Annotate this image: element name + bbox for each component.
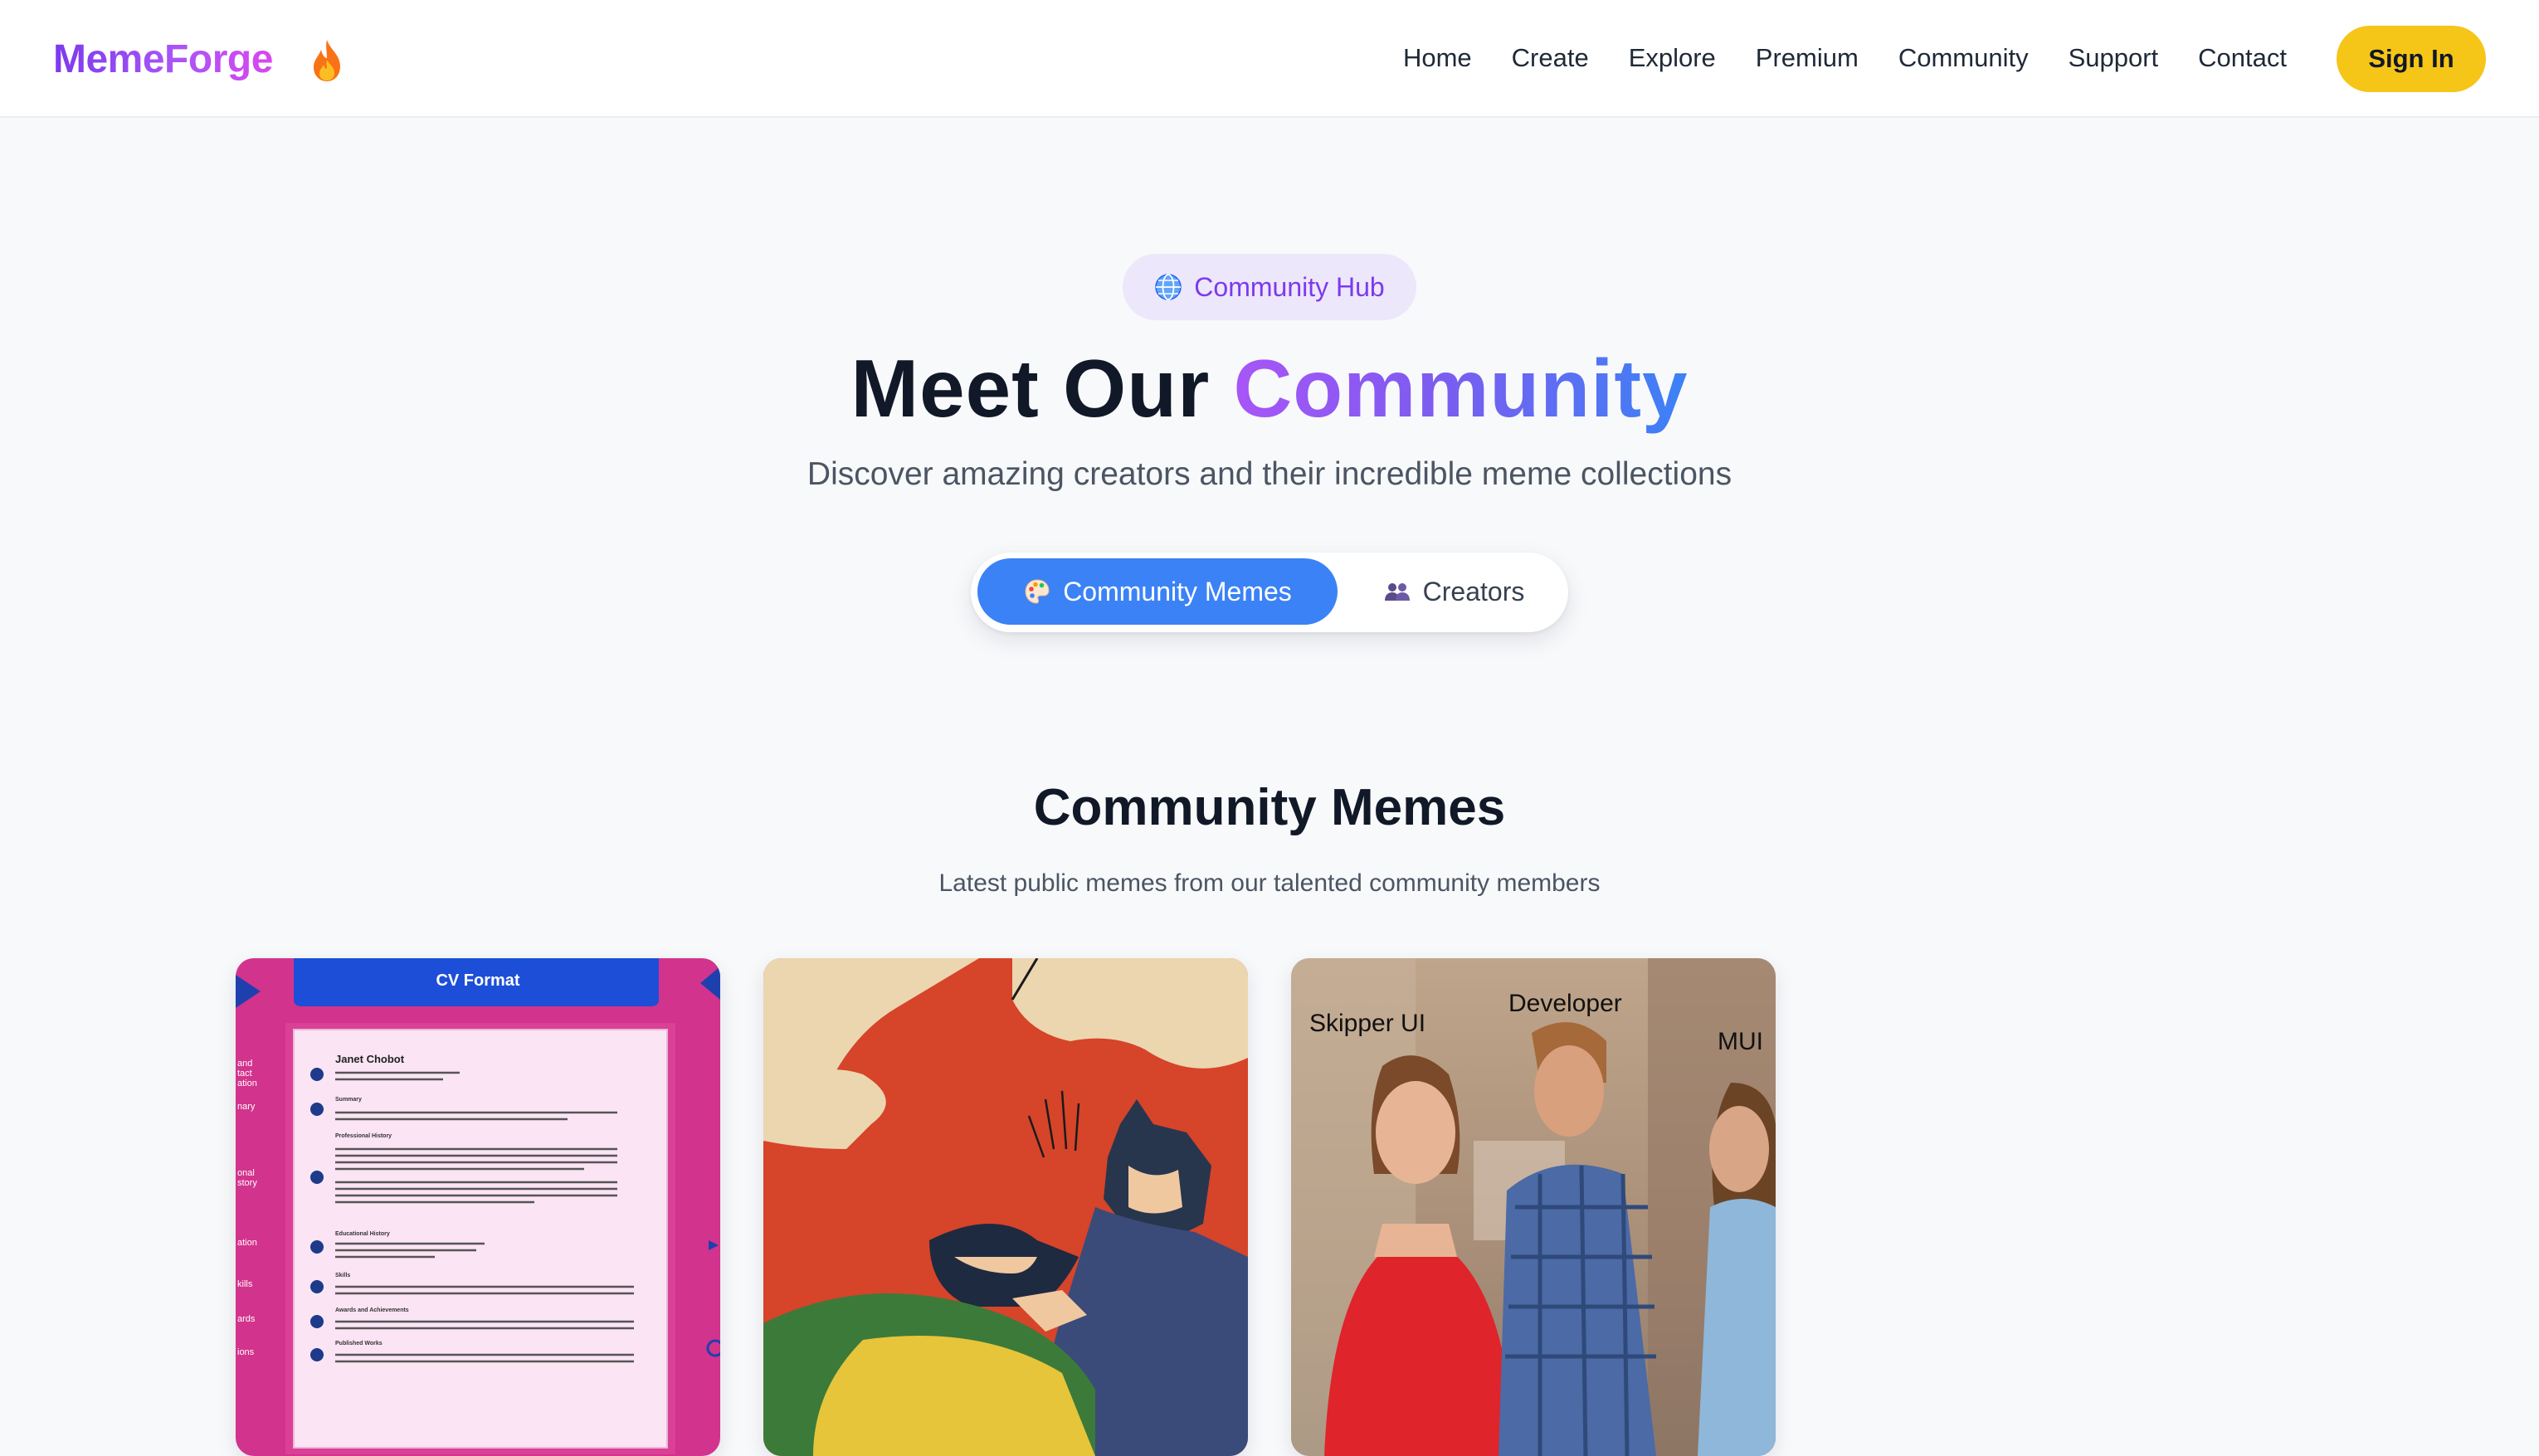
meme-image-batman-slap — [763, 958, 1248, 1456]
nav-links: Home Create Explore Premium Community Su… — [1403, 43, 2287, 73]
badge-label: Community Hub — [1194, 271, 1385, 302]
title-part-1: Meet Our — [850, 343, 1211, 434]
nav-link-create[interactable]: Create — [1512, 43, 1589, 73]
meme-card-cv-format[interactable]: CV Format Janet Chobot Summary Professio… — [236, 958, 720, 1456]
cv-name: Janet Chobot — [335, 1053, 405, 1065]
flame-icon — [314, 40, 340, 81]
nav-link-home[interactable]: Home — [1403, 43, 1472, 73]
sign-in-button[interactable]: Sign In — [2337, 26, 2486, 92]
meme-image-distracted-boyfriend: Skipper UI Developer MUI — [1291, 958, 1776, 1456]
svg-text:Professional History: Professional History — [335, 1133, 392, 1139]
tab-community-memes-label: Community Memes — [1063, 576, 1292, 606]
svg-text:Skills: Skills — [335, 1273, 350, 1278]
meme-label-mui: MUI — [1718, 1028, 1763, 1055]
section-subtitle: Latest public memes from our talented co… — [938, 869, 1601, 897]
tab-creators[interactable]: Creators — [1354, 558, 1553, 625]
svg-text:ions: ions — [237, 1347, 255, 1357]
svg-text:ards: ards — [237, 1314, 256, 1324]
svg-text:kills: kills — [237, 1279, 253, 1289]
palette-icon — [1025, 579, 1050, 604]
svg-text:tact: tact — [237, 1069, 252, 1079]
community-hub-badge: Community Hub — [1123, 254, 1416, 320]
nav-link-explore[interactable]: Explore — [1629, 43, 1716, 73]
logo[interactable]: MemeForge — [53, 37, 273, 82]
svg-text:ation: ation — [237, 1079, 257, 1088]
svg-text:onal: onal — [237, 1168, 255, 1178]
nav-link-premium[interactable]: Premium — [1756, 43, 1859, 73]
svg-text:Published Works: Published Works — [335, 1341, 383, 1346]
tab-community-memes[interactable]: Community Memes — [977, 558, 1338, 625]
svg-text:and: and — [237, 1059, 252, 1069]
title-part-2: Community — [1233, 343, 1689, 434]
nav-link-support[interactable]: Support — [2069, 43, 2159, 73]
meme-card-distracted-boyfriend[interactable]: Skipper UI Developer MUI — [1291, 958, 1776, 1456]
cv-heading: CV Format — [436, 971, 519, 990]
nav-link-contact[interactable]: Contact — [2198, 43, 2287, 73]
view-toggle: Community Memes Creators — [971, 553, 1568, 632]
meme-image-cv-format: CV Format Janet Chobot Summary Professio… — [236, 958, 720, 1456]
page-title: Meet Our Community — [0, 342, 2539, 436]
svg-text:Educational History: Educational History — [335, 1231, 390, 1237]
page-subtitle: Discover amazing creators and their incr… — [807, 456, 1732, 492]
meme-label-developer: Developer — [1508, 990, 1622, 1017]
globe-icon — [1155, 274, 1182, 300]
top-navbar: MemeForge Home Create Explore Premium Co… — [0, 0, 2539, 118]
users-icon — [1384, 583, 1410, 601]
meme-label-skipper-ui: Skipper UI — [1309, 1010, 1425, 1037]
meme-card-batman-slap[interactable] — [763, 958, 1248, 1456]
section-title: Community Memes — [1033, 779, 1506, 836]
tab-creators-label: Creators — [1422, 576, 1525, 606]
svg-text:Awards and Achievements: Awards and Achievements — [335, 1307, 409, 1313]
svg-text:ation: ation — [237, 1238, 257, 1248]
svg-text:story: story — [237, 1178, 257, 1188]
svg-text:Summary: Summary — [335, 1097, 362, 1103]
nav-link-community[interactable]: Community — [1898, 43, 2029, 73]
svg-text:nary: nary — [237, 1102, 256, 1112]
